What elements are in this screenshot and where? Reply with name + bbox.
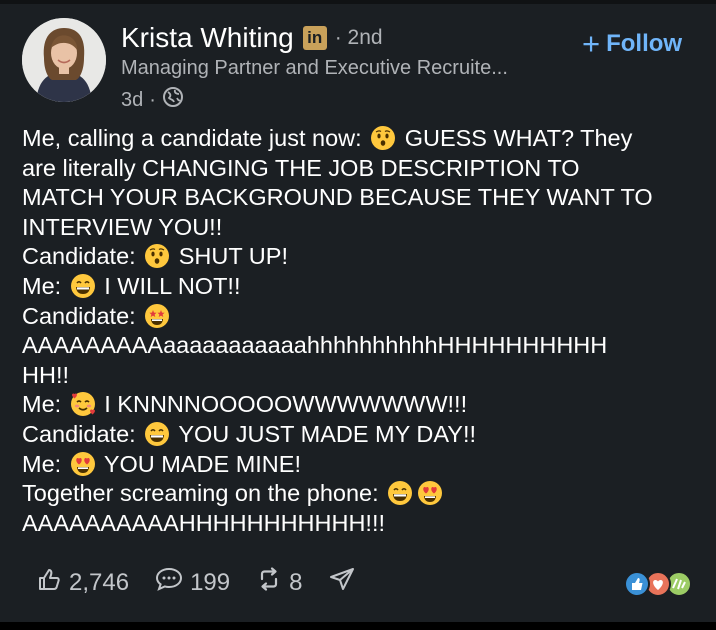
post-text: Me: bbox=[22, 272, 62, 299]
post-text: HH!! bbox=[22, 361, 69, 388]
plus-icon: + bbox=[582, 26, 601, 61]
post-line: AAAAAAAAAaaaaaaaaaaahhhhhhhhhhHHHHHHHHHH bbox=[22, 331, 692, 361]
post-line: Me: YOU MADE MINE! bbox=[22, 450, 692, 480]
heart-eyes-face-icon bbox=[70, 451, 95, 476]
hushed-face-icon bbox=[145, 244, 170, 269]
top-divider bbox=[0, 0, 716, 4]
author-name[interactable]: Krista Whiting bbox=[121, 22, 294, 54]
post-text: I KNNNNOOOOOWWWWWWW!!! bbox=[104, 391, 468, 418]
send-icon bbox=[328, 566, 363, 599]
post-text: Candidate: bbox=[22, 243, 136, 270]
post-line: Me: I KNNNNOOOOOWWWWWWW!!! bbox=[22, 390, 692, 420]
star-struck-face-icon bbox=[145, 303, 170, 328]
like-count: 2,746 bbox=[69, 568, 130, 596]
repost-button[interactable]: 8 bbox=[256, 566, 302, 599]
post-line: Me, calling a candidate just now: GUESS … bbox=[22, 124, 692, 154]
post-line: Together screaming on the phone: bbox=[22, 479, 692, 509]
post-line: HH!! bbox=[22, 361, 692, 391]
hushed-face-icon bbox=[371, 126, 396, 150]
post-line: AAAAAAAAAAHHHHHHHHHHH!!! bbox=[22, 509, 692, 539]
comment-button[interactable]: 199 bbox=[155, 566, 230, 599]
post-text: Me, calling a candidate just now: bbox=[22, 125, 362, 151]
post-line: Candidate: bbox=[22, 302, 692, 332]
author-name-row[interactable]: Krista Whiting in · 2nd bbox=[121, 22, 383, 54]
grinning-face-icon bbox=[388, 481, 413, 506]
post-text: AAAAAAAAAAHHHHHHHHHHH!!! bbox=[22, 509, 386, 536]
post-body: Me, calling a candidate just now: GUESS … bbox=[22, 124, 692, 538]
smiling-hearts-face-icon bbox=[70, 392, 95, 417]
post-text: YOU JUST MADE MY DAY!! bbox=[178, 420, 477, 447]
post-line: Candidate: YOU JUST MADE MY DAY!! bbox=[22, 420, 692, 450]
follow-button[interactable]: + Follow bbox=[582, 26, 683, 61]
post-text: AAAAAAAAAaaaaaaaaaaahhhhhhhhhhHHHHHHHHHH bbox=[22, 332, 608, 359]
follow-label: Follow bbox=[606, 30, 683, 57]
post-line: Candidate: SHUT UP! bbox=[22, 242, 692, 272]
send-button[interactable] bbox=[328, 566, 363, 599]
like-button[interactable]: 2,746 bbox=[36, 566, 129, 599]
post-line: INTERVIEW YOU!! bbox=[22, 213, 692, 243]
heart-eyes-face-icon bbox=[418, 481, 443, 506]
bottom-divider bbox=[0, 622, 716, 630]
grinning-face-icon bbox=[70, 273, 95, 298]
post-text: Me: bbox=[22, 450, 62, 477]
post-line: MATCH YOUR BACKGROUND BECAUSE THEY WANT … bbox=[22, 183, 692, 213]
post-line: Me: I WILL NOT!! bbox=[22, 272, 692, 302]
author-headline: Managing Partner and Executive Recruite.… bbox=[121, 57, 508, 79]
post-text: YOU MADE MINE! bbox=[103, 450, 301, 477]
reactions-icon[interactable] bbox=[623, 570, 693, 598]
repost-icon bbox=[256, 566, 289, 599]
linkedin-badge-icon: in bbox=[302, 26, 327, 50]
repost-count: 8 bbox=[289, 568, 303, 596]
social-actions: 2,746 199 8 bbox=[36, 566, 389, 599]
post-text: GUESS WHAT? They bbox=[404, 125, 633, 151]
post-text: Candidate: bbox=[22, 302, 136, 329]
post-text: Candidate: bbox=[22, 420, 136, 447]
avatar[interactable] bbox=[22, 18, 106, 102]
post-line: are literally CHANGING THE JOB DESCRIPTI… bbox=[22, 154, 692, 184]
post-meta: 3d · bbox=[121, 86, 184, 114]
post-text: I WILL NOT!! bbox=[104, 272, 241, 299]
thumbs-up-icon bbox=[36, 566, 69, 599]
comment-count: 199 bbox=[190, 568, 231, 596]
post-text: Together screaming on the phone: bbox=[22, 480, 379, 507]
comment-icon bbox=[155, 566, 190, 599]
post-time: 3d bbox=[121, 88, 144, 111]
grinning-face-icon bbox=[145, 421, 170, 446]
globe-icon bbox=[162, 86, 184, 114]
post-text: INTERVIEW YOU!! bbox=[22, 213, 223, 240]
post-text: SHUT UP! bbox=[178, 243, 288, 270]
meta-separator: · bbox=[149, 88, 156, 111]
connection-degree: · 2nd bbox=[334, 26, 383, 49]
post-text: are literally CHANGING THE JOB DESCRIPTI… bbox=[22, 154, 580, 181]
post-text: Me: bbox=[22, 391, 62, 418]
post-text: MATCH YOUR BACKGROUND BECAUSE THEY WANT … bbox=[22, 184, 653, 211]
